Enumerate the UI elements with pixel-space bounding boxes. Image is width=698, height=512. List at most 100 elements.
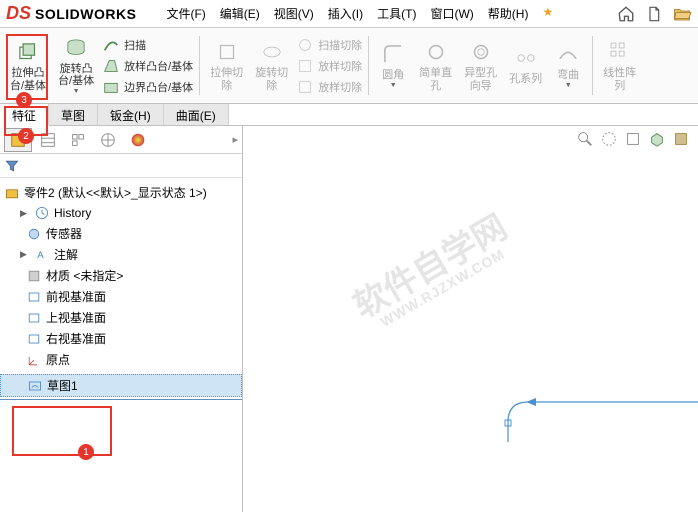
- watermark: 软件自学网 WWW.RJZXW.COM: [348, 209, 519, 336]
- sketch-geometry: [478, 382, 698, 442]
- display-manager-tab[interactable]: [124, 128, 152, 152]
- loft-button[interactable]: 放样凸台/基体: [102, 57, 193, 75]
- sweep-cut-button: 扫描切除: [296, 36, 362, 54]
- zoom-area-icon[interactable]: [600, 130, 618, 153]
- config-manager-tab[interactable]: [64, 128, 92, 152]
- tree-front-plane[interactable]: 前视基准面: [0, 286, 242, 307]
- annotation-badge-2: 2: [18, 128, 34, 144]
- logo-text: SOLIDWORKS: [35, 6, 136, 22]
- command-tabs: 特征 草图 钣金(H) 曲面(E): [0, 104, 698, 126]
- bend-button: 弯曲 ▼: [550, 32, 586, 99]
- tree-sensors[interactable]: 传感器: [0, 223, 242, 244]
- plane-icon: [26, 310, 42, 326]
- boss-extras: 扫描 放样凸台/基体 边界凸台/基体: [102, 32, 193, 99]
- menu-insert[interactable]: 插入(I): [328, 5, 363, 22]
- annotation-box-3: [6, 34, 48, 100]
- menu-help[interactable]: 帮助(H): [488, 5, 529, 22]
- annotation-icon: A: [34, 247, 50, 263]
- ribbon: 拉伸凸 台/基体 旋转凸 台/基体 ▼ 扫描 放样凸台/基体 边界凸台/基体 拉…: [0, 28, 698, 104]
- menu-star[interactable]: ★: [542, 5, 553, 22]
- tab-sheetmetal[interactable]: 钣金(H): [98, 104, 164, 125]
- cut-extras: 扫描切除 放样切除 放样切除: [296, 32, 362, 99]
- revolve-cut-button: 旋转切 除: [251, 32, 292, 99]
- fillet-button: 圆角 ▼: [375, 32, 411, 99]
- home-icon[interactable]: [616, 4, 636, 24]
- boundary-icon: [102, 78, 120, 96]
- tree-root[interactable]: 零件2 (默认<<默认>_显示状态 1>): [0, 182, 242, 203]
- bend-icon: [554, 41, 582, 67]
- tree-right-plane[interactable]: 右视基准面: [0, 328, 242, 349]
- history-icon: [34, 205, 50, 221]
- svg-text:A: A: [37, 250, 44, 261]
- revolve-label-1: 旋转凸: [60, 63, 93, 75]
- sketch-icon: [27, 378, 43, 394]
- feature-tree: 零件2 (默认<<默认>_显示状态 1>) ▶ History 传感器 ▶ A …: [0, 178, 242, 512]
- tree-history[interactable]: ▶ History: [0, 203, 242, 223]
- loft-cut-button: 放样切除: [296, 57, 362, 75]
- origin-icon: [26, 352, 42, 368]
- chevron-down-icon: ▼: [390, 82, 397, 90]
- panel-expand-icon[interactable]: ▸: [232, 133, 238, 146]
- title-right: [616, 4, 692, 24]
- annotation-badge-1: 1: [78, 444, 94, 460]
- tab-surface[interactable]: 曲面(E): [164, 104, 229, 125]
- menu-file[interactable]: 文件(F): [166, 5, 205, 22]
- graphics-viewport[interactable]: 软件自学网 WWW.RJZXW.COM: [243, 126, 698, 512]
- separator: [368, 36, 369, 95]
- hole-wizard-button: 异型孔 向导: [460, 32, 501, 99]
- boundary-button[interactable]: 边界凸台/基体: [102, 78, 193, 96]
- new-doc-icon[interactable]: [644, 4, 664, 24]
- menu-window[interactable]: 窗口(W): [430, 5, 473, 22]
- zoom-fit-icon[interactable]: [576, 130, 594, 153]
- revolve-icon: [62, 35, 90, 61]
- tree-sketch1[interactable]: 草图1: [0, 374, 242, 397]
- hole-series-icon: [512, 45, 540, 71]
- tree-material[interactable]: 材质 <未指定>: [0, 265, 242, 286]
- chevron-down-icon: ▼: [565, 82, 572, 90]
- fillet-icon: [379, 41, 407, 67]
- menu-tools[interactable]: 工具(T): [377, 5, 416, 22]
- sweep-icon: [102, 36, 120, 54]
- expand-icon[interactable]: ▶: [20, 249, 30, 260]
- open-icon[interactable]: [672, 4, 692, 24]
- annotation-box-1: [12, 406, 112, 456]
- extrude-cut-button: 拉伸切 除: [206, 32, 247, 99]
- part-icon: [4, 185, 20, 201]
- plane-icon: [26, 289, 42, 305]
- sensor-icon: [26, 226, 42, 242]
- separator: [592, 36, 593, 95]
- menubar: 文件(F) 编辑(E) 视图(V) 插入(I) 工具(T) 窗口(W) 帮助(H…: [166, 5, 553, 22]
- tree-annotations[interactable]: ▶ A 注解: [0, 244, 242, 265]
- dimxpert-tab[interactable]: [94, 128, 122, 152]
- chevron-down-icon: ▼: [73, 88, 80, 96]
- app-logo: DS SOLIDWORKS: [6, 3, 136, 24]
- separator: [199, 36, 200, 95]
- hole-icon: [422, 39, 450, 65]
- straight-hole-button: 简单直 孔: [415, 32, 456, 99]
- hole-series-button: 孔系列: [505, 32, 546, 99]
- tab-sketch[interactable]: 草图: [49, 104, 98, 125]
- pattern-icon: [606, 39, 634, 65]
- hole-wizard-icon: [467, 39, 495, 65]
- tree-top-plane[interactable]: 上视基准面: [0, 307, 242, 328]
- linear-pattern-button: 线性阵 列: [599, 32, 640, 99]
- tree-origin[interactable]: 原点: [0, 349, 242, 370]
- revolve-label-2: 台/基体: [58, 75, 94, 87]
- menu-view[interactable]: 视图(V): [274, 5, 314, 22]
- display-style-icon[interactable]: [648, 130, 666, 153]
- sweep-button[interactable]: 扫描: [102, 36, 193, 54]
- view-orientation-icon[interactable]: [624, 130, 642, 153]
- revolve-boss-button[interactable]: 旋转凸 台/基体 ▼: [54, 32, 98, 99]
- menu-edit[interactable]: 编辑(E): [220, 5, 260, 22]
- plane-icon: [26, 331, 42, 347]
- view-toolbar: [576, 130, 690, 153]
- loft-icon: [102, 57, 120, 75]
- filter-row: [0, 154, 242, 178]
- revolve-cut-icon: [258, 39, 286, 65]
- extrude-cut-icon: [213, 39, 241, 65]
- logo-ds: DS: [6, 3, 31, 24]
- expand-icon[interactable]: ▶: [20, 208, 30, 219]
- section-view-icon[interactable]: [672, 130, 690, 153]
- boundary-cut-button: 放样切除: [296, 78, 362, 96]
- filter-icon[interactable]: [4, 158, 20, 174]
